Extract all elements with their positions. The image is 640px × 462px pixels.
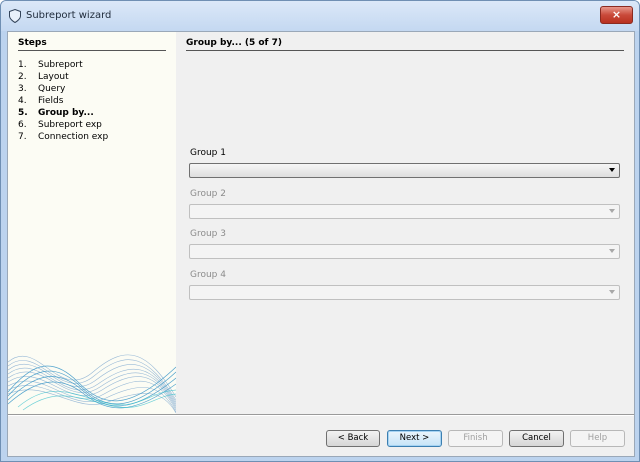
chevron-down-icon bbox=[609, 209, 615, 213]
step-item-subreport-exp: 6. Subreport exp bbox=[18, 120, 102, 130]
cancel-button[interactable]: Cancel bbox=[509, 430, 564, 447]
close-button[interactable]: × bbox=[600, 6, 633, 24]
help-button[interactable]: Help bbox=[570, 430, 625, 447]
wizard-window: Subreport wizard × Steps 1. Subreport 2. L… bbox=[0, 0, 640, 462]
group-2-label: Group 2 bbox=[190, 189, 226, 199]
chevron-down-icon bbox=[609, 168, 615, 172]
steps-title: Steps bbox=[18, 38, 166, 51]
shield-icon bbox=[9, 9, 21, 23]
chevron-down-icon bbox=[609, 249, 615, 253]
step-item-group-by: 5. Group by... bbox=[18, 108, 94, 118]
decorative-waves-graphic bbox=[8, 354, 176, 414]
step-item-connection-exp: 7. Connection exp bbox=[18, 132, 109, 142]
steps-panel: Steps 1. Subreport 2. Layout 3. Query 4. Fie… bbox=[8, 32, 176, 414]
group-2-select[interactable] bbox=[189, 204, 620, 219]
step-item-query: 3. Query bbox=[18, 84, 66, 94]
finish-button[interactable]: Finish bbox=[448, 430, 503, 447]
back-button[interactable]: < Back bbox=[326, 430, 380, 447]
window-title: Subreport wizard bbox=[26, 10, 112, 21]
group-1-label: Group 1 bbox=[190, 148, 226, 158]
step-item-subreport: 1. Subreport bbox=[18, 60, 83, 70]
step-item-layout: 2. Layout bbox=[18, 72, 69, 82]
title-bar[interactable]: Subreport wizard × bbox=[1, 1, 639, 31]
step-item-fields: 4. Fields bbox=[18, 96, 64, 106]
group-1-select[interactable] bbox=[189, 163, 620, 178]
page-title: Group by... (5 of 7) bbox=[186, 38, 624, 51]
group-3-select[interactable] bbox=[189, 244, 620, 259]
steps-list: 1. Subreport 2. Layout 3. Query 4. Fields 5.… bbox=[18, 59, 108, 143]
close-icon: × bbox=[611, 8, 622, 21]
group-3-label: Group 3 bbox=[190, 229, 226, 239]
group-4-select[interactable] bbox=[189, 285, 620, 300]
group-by-panel: Group by... (5 of 7) Group 1 Group 2 Gro… bbox=[176, 32, 634, 414]
next-button[interactable]: Next > bbox=[387, 430, 442, 447]
dialog-body: Steps 1. Subreport 2. Layout 3. Query 4. Fie… bbox=[7, 31, 635, 457]
chevron-down-icon bbox=[609, 290, 615, 294]
button-bar-separator bbox=[8, 414, 634, 416]
group-4-label: Group 4 bbox=[190, 270, 226, 280]
